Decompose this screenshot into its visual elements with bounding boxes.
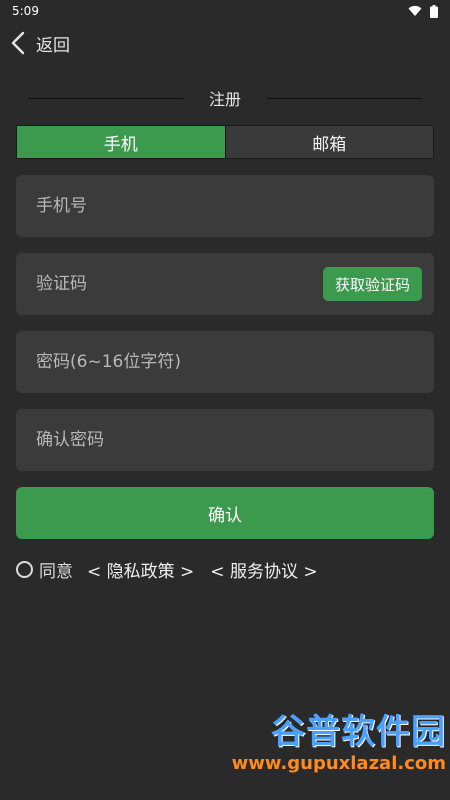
- section-title: 注册: [209, 90, 242, 109]
- section-title-row: 注册: [28, 86, 423, 110]
- code-field: 获取验证码: [16, 253, 434, 315]
- battery-icon: [430, 4, 438, 18]
- agreement-row: 同意 < 隐私政策 > < 服务协议 >: [16, 556, 328, 582]
- chevron-left-icon: [11, 31, 25, 55]
- confirm-password-input[interactable]: [36, 430, 422, 450]
- status-time: 5:09: [12, 4, 39, 18]
- watermark-url: www.gupuxlazal.com: [231, 753, 446, 774]
- register-tabs: 手机 邮箱: [16, 125, 434, 159]
- code-input[interactable]: [36, 274, 323, 294]
- service-agreement-link[interactable]: < 服务协议 >: [210, 557, 317, 582]
- agree-label: 同意: [39, 561, 73, 582]
- wifi-icon: [408, 5, 422, 16]
- status-bar: 5:09: [0, 0, 450, 22]
- back-button[interactable]: 返回: [10, 31, 70, 56]
- divider-right: [267, 97, 423, 99]
- password-field: [16, 331, 434, 393]
- status-icons: [408, 4, 438, 18]
- phone-field: [16, 175, 434, 237]
- phone-input[interactable]: [36, 196, 422, 216]
- password-input[interactable]: [36, 352, 422, 372]
- privacy-policy-link[interactable]: < 隐私政策 >: [87, 557, 194, 582]
- back-label: 返回: [36, 35, 70, 56]
- watermark-logo: 谷普软件园 www.gupuxlazal.com: [232, 704, 446, 774]
- tab-email[interactable]: 邮箱: [224, 126, 433, 158]
- agree-radio[interactable]: [16, 560, 33, 578]
- watermark-main: 谷普软件园: [271, 712, 446, 752]
- tab-phone[interactable]: 手机: [17, 126, 225, 158]
- get-code-button[interactable]: 获取验证码: [322, 267, 422, 301]
- confirm-password-field: [16, 409, 434, 471]
- divider-left: [28, 97, 183, 99]
- header: 返回: [0, 26, 450, 60]
- confirm-button[interactable]: 确认: [16, 487, 434, 539]
